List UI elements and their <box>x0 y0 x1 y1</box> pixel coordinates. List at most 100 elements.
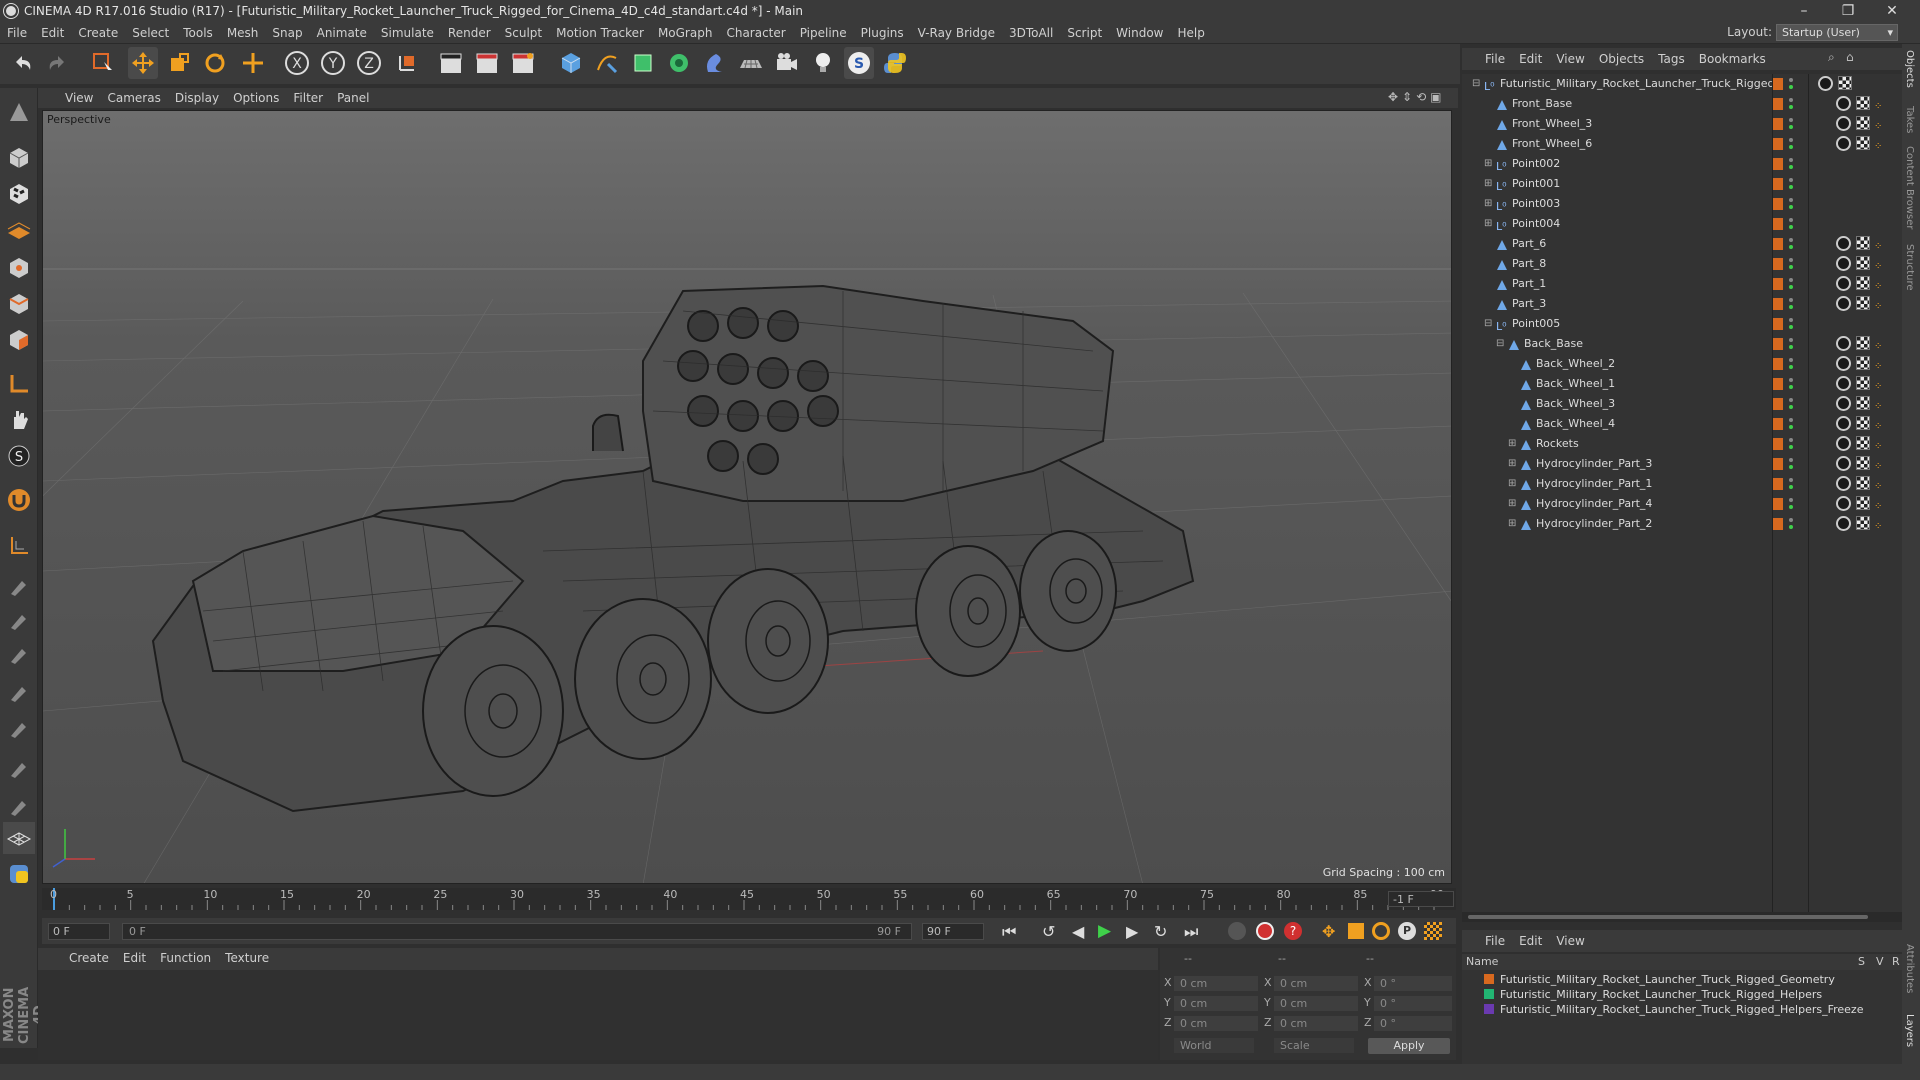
material-tag-icon[interactable] <box>1836 136 1851 151</box>
brush-tool-4[interactable] <box>3 676 35 708</box>
layer-color-swatch[interactable] <box>1772 158 1783 170</box>
object-name[interactable]: Part_6 <box>1512 234 1546 254</box>
material-tag-icon[interactable] <box>1836 276 1851 291</box>
tab-takes[interactable]: Takes <box>1904 106 1915 133</box>
menu-file[interactable]: File <box>0 22 34 44</box>
object-name[interactable]: Hydrocylinder_Part_2 <box>1536 514 1652 534</box>
add-light-button[interactable] <box>808 47 838 79</box>
grid-snap-button[interactable] <box>3 530 35 562</box>
brush-tool-7[interactable] <box>3 790 35 822</box>
visibility-dots-icon[interactable] <box>1788 237 1794 251</box>
material-tag-icon[interactable] <box>1836 96 1851 111</box>
python-console-button[interactable] <box>3 858 35 890</box>
object-row[interactable]: ⊞ L⁰ Point004 <box>1462 214 1902 234</box>
object-row[interactable]: ⊟ L⁰ Point005 <box>1462 314 1902 334</box>
make-editable-button[interactable] <box>3 96 35 128</box>
object-row[interactable]: ⊞ Hydrocylinder_Part_4 ⁘ <box>1462 494 1902 514</box>
menu-pipeline[interactable]: Pipeline <box>793 22 854 44</box>
viewport-menu-filter[interactable]: Filter <box>286 88 330 108</box>
object-name[interactable]: Front_Base <box>1512 94 1572 114</box>
undo-button[interactable] <box>8 47 38 79</box>
object-name[interactable]: Back_Base <box>1524 334 1583 354</box>
layer-color-swatch[interactable] <box>1772 298 1783 310</box>
object-row[interactable]: Part_6 ⁘ <box>1462 234 1902 254</box>
tab-structure[interactable]: Structure <box>1904 244 1915 291</box>
menu-plugins[interactable]: Plugins <box>854 22 911 44</box>
visibility-dots-icon[interactable] <box>1788 417 1794 431</box>
brush-tool-6[interactable] <box>3 752 35 784</box>
visibility-dots-icon[interactable] <box>1788 337 1794 351</box>
viewport-nav-icons[interactable]: ✥⇕⟲▣ <box>1388 90 1456 106</box>
visibility-dots-icon[interactable] <box>1788 377 1794 391</box>
expand-icon[interactable]: ⊞ <box>1484 154 1492 174</box>
visibility-dots-icon[interactable] <box>1788 477 1794 491</box>
object-row[interactable]: ⊞ L⁰ Point003 <box>1462 194 1902 214</box>
visibility-dots-icon[interactable] <box>1788 157 1794 171</box>
lm-menu-view[interactable]: View <box>1549 930 1591 952</box>
object-name[interactable]: Part_3 <box>1512 294 1546 314</box>
object-row[interactable]: Part_3 ⁘ <box>1462 294 1902 314</box>
object-name[interactable]: Back_Wheel_3 <box>1536 394 1615 414</box>
layer-color-swatch[interactable] <box>1772 458 1783 470</box>
layer-color-swatch[interactable] <box>1772 418 1783 430</box>
size-mode-dropdown[interactable]: Scale <box>1274 1038 1354 1053</box>
object-name[interactable]: Part_1 <box>1512 274 1546 294</box>
material-tag-icon[interactable] <box>1836 436 1851 451</box>
visibility-dots-icon[interactable] <box>1788 497 1794 511</box>
redo-button[interactable] <box>42 47 72 79</box>
edges-mode-button[interactable] <box>3 288 35 320</box>
add-camera-button[interactable] <box>772 47 802 79</box>
visibility-dots-icon[interactable] <box>1788 437 1794 451</box>
close-button[interactable]: ✕ <box>1872 0 1912 22</box>
scrollbar-thumb[interactable] <box>1468 915 1868 919</box>
viewport-menu-cameras[interactable]: Cameras <box>100 88 167 108</box>
play-icon[interactable]: ▶ <box>1098 921 1111 941</box>
menu-vray-bridge[interactable]: V-Ray Bridge <box>911 22 1002 44</box>
viewport-menu-display[interactable]: Display <box>168 88 226 108</box>
texture-tag-icon[interactable] <box>1856 456 1870 470</box>
pos-y-field[interactable]: 0 cm <box>1174 996 1258 1011</box>
object-row[interactable]: ⊞ Hydrocylinder_Part_1 ⁘ <box>1462 474 1902 494</box>
visibility-dots-icon[interactable] <box>1788 317 1794 331</box>
object-row[interactable]: Part_1 ⁘ <box>1462 274 1902 294</box>
menu-simulate[interactable]: Simulate <box>374 22 441 44</box>
visibility-dots-icon[interactable] <box>1788 217 1794 231</box>
object-row[interactable]: Back_Wheel_2 ⁘ <box>1462 354 1902 374</box>
workplane-mode-button[interactable] <box>3 214 35 246</box>
visibility-dots-icon[interactable] <box>1788 137 1794 151</box>
expand-icon[interactable]: ⊞ <box>1508 434 1516 454</box>
om-menu-file[interactable]: File <box>1478 48 1512 70</box>
menu-render[interactable]: Render <box>441 22 498 44</box>
object-name[interactable]: Point005 <box>1512 314 1560 334</box>
texture-mode-button[interactable] <box>3 178 35 210</box>
polygons-mode-button[interactable] <box>3 324 35 356</box>
material-tag-icon[interactable] <box>1836 396 1851 411</box>
object-name[interactable]: Point002 <box>1512 154 1560 174</box>
om-menu-objects[interactable]: Objects <box>1592 48 1651 70</box>
current-frame-field[interactable]: 0 F <box>48 923 110 940</box>
menu-select[interactable]: Select <box>125 22 176 44</box>
menu-animate[interactable]: Animate <box>310 22 374 44</box>
material-tag-icon[interactable] <box>1836 476 1851 491</box>
previous-keyframe-icon[interactable]: ↺ <box>1042 922 1055 941</box>
layer-color-swatch[interactable] <box>1772 278 1783 290</box>
workplane-lock-button[interactable] <box>3 822 35 854</box>
object-name[interactable]: Back_Wheel_1 <box>1536 374 1615 394</box>
layer-color-swatch[interactable] <box>1772 478 1783 490</box>
pos-z-field[interactable]: 0 cm <box>1174 1016 1258 1031</box>
material-tag-icon[interactable] <box>1836 516 1851 531</box>
object-name[interactable]: Front_Wheel_3 <box>1512 114 1592 134</box>
rot-z-field[interactable]: 0 ° <box>1374 1016 1452 1031</box>
material-menu-texture[interactable]: Texture <box>218 948 276 968</box>
scale-tool-button[interactable] <box>164 47 194 79</box>
expand-icon[interactable]: ⊞ <box>1484 194 1492 214</box>
layer-color-swatch[interactable] <box>1484 1004 1494 1014</box>
lm-menu-file[interactable]: File <box>1478 930 1512 952</box>
texture-tag-icon[interactable] <box>1838 76 1852 90</box>
snap-toggle-button[interactable] <box>3 484 35 516</box>
render-region-button[interactable] <box>472 47 502 79</box>
material-tag-icon[interactable] <box>1836 376 1851 391</box>
om-menu-tags[interactable]: Tags <box>1651 48 1692 70</box>
layer-color-swatch[interactable] <box>1484 989 1494 999</box>
texture-tag-icon[interactable] <box>1856 356 1870 370</box>
